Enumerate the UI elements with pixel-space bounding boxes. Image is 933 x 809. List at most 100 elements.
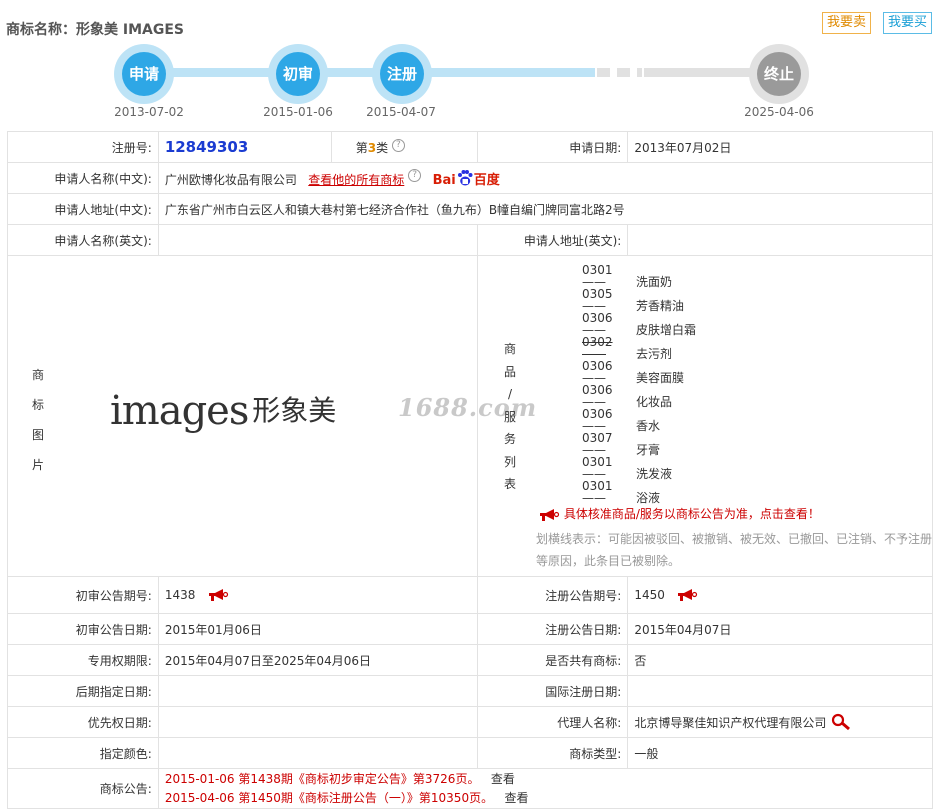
shared-value: 否 xyxy=(627,644,933,676)
exclusive-period: 2015年04月07日至2025年04月06日 xyxy=(157,644,478,676)
reg-notice-no-label: 注册公告期号: xyxy=(476,576,629,614)
megaphone-icon[interactable] xyxy=(207,588,229,602)
class-prefix: 第 xyxy=(355,140,368,155)
sell-button[interactable]: 我要卖 xyxy=(822,12,872,34)
reg-no: 12849303 xyxy=(164,138,249,156)
prelim-date-label: 初审公告日期: xyxy=(7,613,159,645)
goods-name: 芳香精油 xyxy=(636,299,685,313)
goods-item: 0306—— 香水 xyxy=(582,408,696,432)
address-cn-label: 申请人地址(中文): xyxy=(7,193,159,225)
type-label: 商标类型: xyxy=(476,737,629,769)
step-date: 2015-01-06 xyxy=(263,105,333,119)
announcement-text[interactable]: 2015-01-06 第1438期《商标初步审定公告》第3726页。 xyxy=(165,772,480,786)
reg-no-label: 注册号: xyxy=(7,131,159,163)
shared-label: 是否共有商标: xyxy=(476,644,629,676)
megaphone-icon xyxy=(540,508,560,521)
color-label: 指定颜色: xyxy=(7,737,159,769)
logo-cn: 形象美 xyxy=(252,394,337,427)
timeline-step-apply: 申请 xyxy=(114,44,174,104)
search-icon[interactable] xyxy=(830,713,852,731)
page-title: 商标名称：形象美 IMAGES xyxy=(6,22,184,38)
timeline-track-dashed xyxy=(597,68,642,77)
reg-no-cell: 12849303 xyxy=(157,131,332,163)
applicant-cn-cell: 广州欧博化妆品有限公司 查看他的所有商标 ? Bai 百度 xyxy=(157,162,933,194)
reg-notice-no: 1450 xyxy=(634,587,665,602)
apply-date-label: 申请日期: xyxy=(476,131,629,163)
goods-name: 美容面膜 xyxy=(636,371,685,385)
applicant-cn-label: 申请人名称(中文): xyxy=(7,162,159,194)
announce-cell: 2015-01-06 第1438期《商标初步审定公告》第3726页。 查看 20… xyxy=(157,768,933,809)
timeline-step-register: 注册 xyxy=(372,44,432,104)
goods-item: 0306—— 皮肤增白霜 xyxy=(582,312,696,336)
agent-label: 代理人名称: xyxy=(476,706,629,738)
address-en xyxy=(627,224,933,256)
goods-name: 牙膏 xyxy=(636,443,661,457)
timeline-track-active xyxy=(145,68,595,77)
announcement-item: 2015-04-06 第1450期《商标注册公告（一）》第10350页。 查看 xyxy=(165,789,926,808)
applicant-en-label: 申请人名称(英文): xyxy=(7,224,159,256)
goods-code: 0301—— xyxy=(582,479,613,505)
view-all-trademarks-link[interactable]: 查看他的所有商标 xyxy=(308,173,404,187)
logo-label-char: 商 xyxy=(31,368,44,382)
goods-name: 去污剂 xyxy=(636,347,673,361)
goods-name: 化妆品 xyxy=(636,395,673,409)
goods-item: 0305—— 芳香精油 xyxy=(582,288,696,312)
goods-code: 0302—— xyxy=(582,335,613,361)
step-date: 2015-04-07 xyxy=(366,105,436,119)
priority-date xyxy=(157,706,478,738)
goods-code: 0307—— xyxy=(582,431,613,457)
timeline-step-terminate: 终止 xyxy=(749,44,809,104)
goods-name: 洗发液 xyxy=(636,467,673,481)
view-link[interactable]: 查看 xyxy=(505,791,529,805)
goods-notice-link[interactable]: 具体核准商品/服务以商标公告为准，点击查看！ xyxy=(538,505,820,522)
announcement-text[interactable]: 2015-04-06 第1450期《商标注册公告（一）》第10350页。 xyxy=(165,791,493,805)
baidu-search-link[interactable]: Bai 百度 xyxy=(432,169,500,188)
timeline-step-prelim: 初审 xyxy=(268,44,328,104)
reg-notice-date: 2015年04月07日 xyxy=(627,613,933,645)
announcement-item: 2015-01-06 第1438期《商标初步审定公告》第3726页。 查看 xyxy=(165,770,926,789)
step-label: 初审 xyxy=(276,52,320,96)
class-suffix: 类 xyxy=(376,140,389,155)
step-date: 2013-07-02 xyxy=(114,105,184,119)
announce-label: 商标公告: xyxy=(7,768,159,809)
logo-label-char: 标 xyxy=(31,398,44,412)
step-label: 申请 xyxy=(122,52,166,96)
prelim-date: 2015年01月06日 xyxy=(157,613,478,645)
goods-label-char: / xyxy=(507,387,513,401)
logo-latin: images xyxy=(110,388,249,434)
megaphone-icon[interactable] xyxy=(676,588,698,602)
prelim-no-cell: 1438 xyxy=(157,576,478,614)
paw-icon xyxy=(457,169,473,185)
goods-code: 0306—— xyxy=(582,383,613,409)
view-link[interactable]: 查看 xyxy=(491,772,515,786)
buy-button[interactable]: 我要买 xyxy=(883,12,933,34)
intl-date xyxy=(627,675,933,707)
address-cn: 广东省广州市白云区人和镇大巷村第七经济合作社（鱼九布）B幢自编门牌同富北路2号 xyxy=(157,193,933,225)
goods-notice-text: 具体核准商品/服务以商标公告为准，点击查看！ xyxy=(563,507,820,521)
later-date xyxy=(157,675,478,707)
step-label: 终止 xyxy=(757,52,801,96)
goods-code: 0305—— xyxy=(582,287,613,313)
later-date-label: 后期指定日期: xyxy=(7,675,159,707)
baidu-logo-text: Bai xyxy=(432,172,456,188)
logo-label-char: 图 xyxy=(31,428,44,442)
help-icon[interactable]: ? xyxy=(408,168,422,182)
goods-item: 0302—— 去污剂 xyxy=(582,336,696,360)
prelim-no: 1438 xyxy=(164,587,196,602)
prelim-no-label: 初审公告期号: xyxy=(7,576,159,614)
goods-label-char: 服 xyxy=(503,409,516,424)
goods-code: 0306—— xyxy=(582,407,613,433)
agent-cell: 北京博导聚佳知识产权代理有限公司 xyxy=(627,706,933,738)
help-icon[interactable]: ? xyxy=(391,138,405,152)
applicant-cn: 广州欧博化妆品有限公司 xyxy=(164,172,297,187)
goods-code: 0301—— xyxy=(582,455,613,481)
goods-name: 洗面奶 xyxy=(636,275,673,289)
goods-item: 0306—— 化妆品 xyxy=(582,384,696,408)
goods-label-char: 商 xyxy=(503,342,516,356)
reg-notice-date-label: 注册公告日期: xyxy=(476,613,629,645)
address-en-label: 申请人地址(英文): xyxy=(476,224,629,256)
goods-item: 0301—— 洗面奶 xyxy=(582,264,696,288)
reg-notice-no-cell: 1450 xyxy=(627,576,933,614)
class-cell: 第3类 ? xyxy=(330,131,478,163)
apply-date: 2013年07月02日 xyxy=(627,131,933,163)
